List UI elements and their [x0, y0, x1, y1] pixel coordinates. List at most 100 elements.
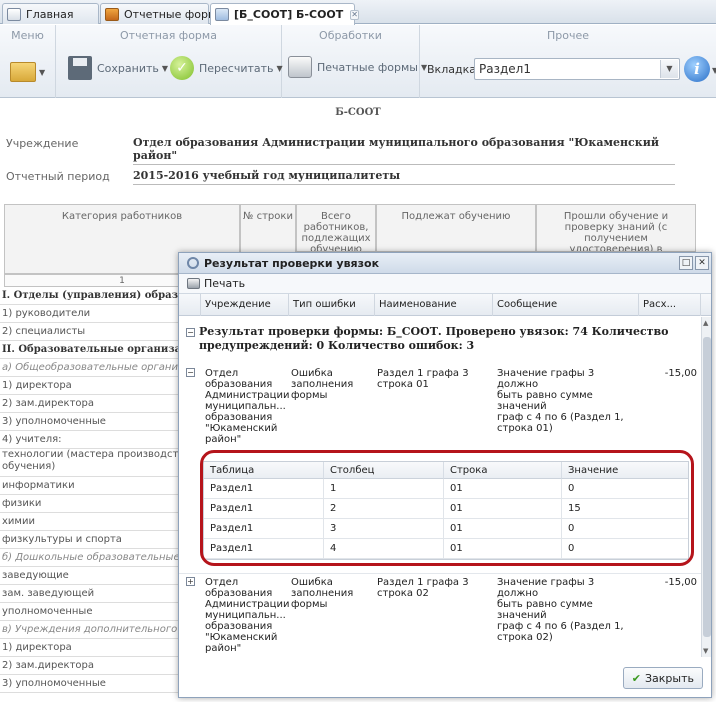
recalc-button[interactable]: ✓ Пересчитать ▼ — [170, 56, 283, 80]
category-row[interactable]: технологии (мастера производстве обучени… — [0, 449, 200, 477]
category-row[interactable]: 4) учителя: — [0, 431, 200, 449]
error-type: Ошибка заполнения формы — [291, 577, 371, 610]
tab-report-forms[interactable]: Отчетные формы ✕ — [100, 3, 241, 24]
category-row[interactable]: 1) руководители — [0, 305, 200, 323]
print-forms-button[interactable]: Печатные формы ▼ — [288, 56, 427, 78]
cell-line: быть равно сумме значений — [497, 390, 593, 412]
group-other: Прочее Вкладка Раздел1 ▼ i ▼ — [420, 25, 716, 98]
chevron-down-icon[interactable]: ▼ — [712, 66, 716, 75]
group-label: Обработки — [319, 29, 382, 42]
category-row[interactable]: 1) директора — [0, 639, 200, 657]
report-icon — [105, 7, 119, 21]
close-button[interactable]: ✔ Закрыть — [622, 667, 703, 689]
category-row[interactable]: 3) уполномоченные — [0, 413, 200, 431]
check-summary: Результат проверки формы: Б_СООТ. Провер… — [199, 325, 669, 352]
col-error-type[interactable]: Тип ошибки — [289, 294, 375, 316]
collapse-icon[interactable]: − — [186, 368, 195, 377]
error-message: Значение графы 3 должно быть равно сумме … — [497, 577, 637, 643]
menu-button[interactable]: ▼ — [10, 62, 45, 82]
tab-select-label: Вкладка — [427, 63, 476, 76]
error-row[interactable]: − Отдел образования Администрации муниципал… — [179, 366, 701, 458]
cell-line: Значение графы 3 должно — [497, 577, 595, 599]
category-row[interactable]: зам. заведующей — [0, 585, 200, 603]
print-button[interactable]: Печать — [187, 277, 245, 290]
cell-line: Администрации — [205, 599, 290, 610]
category-row[interactable]: а) Общеобразовательные организа — [0, 359, 200, 377]
checkmark-icon: ✔ — [631, 671, 641, 685]
printer-icon — [187, 278, 200, 289]
scroll-up-icon[interactable]: ▲ — [703, 319, 708, 327]
tab-bar: Главная Отчетные формы ✕ [Б_СООТ] Б-СООТ… — [0, 0, 716, 25]
institution-value: Отдел образования Администрации муниципа… — [133, 136, 675, 165]
category-row[interactable]: информатики — [0, 477, 200, 495]
category-row[interactable]: в) Учреждения дополнительного о — [0, 621, 200, 639]
col-diff[interactable]: Расх... — [639, 294, 701, 316]
expand-icon[interactable]: + — [186, 577, 195, 586]
cell-line: строка 02 — [377, 588, 429, 599]
category-row[interactable]: заведующие — [0, 567, 200, 585]
period-label: Отчетный период — [6, 170, 110, 183]
category-row[interactable]: 2) зам.директора — [0, 395, 200, 413]
chevron-down-icon[interactable]: ▼ — [660, 60, 678, 78]
cell-line: район" — [205, 434, 242, 445]
cell-line: муниципальн... — [205, 610, 286, 621]
category-row[interactable]: 3) уполномоченные — [0, 675, 200, 693]
col-header-total: Всего работников, подлежащих обучению — [296, 204, 376, 252]
cell-line: заполнения — [291, 588, 354, 599]
dialog-scrollbar[interactable]: ▲ ▼ — [701, 317, 711, 657]
save-button[interactable]: Сохранить ▼ — [68, 56, 168, 80]
group-label: Меню — [11, 29, 44, 42]
error-name: Раздел 1 графа 3 строка 02 — [377, 577, 489, 599]
tab-label: [Б_СООТ] Б-СООТ — [234, 8, 344, 21]
col-message[interactable]: Сообщение — [493, 294, 639, 316]
cell-line: строка 01 — [377, 379, 429, 390]
period-value: 2015-2016 учебный год муниципалитеты — [133, 169, 675, 185]
category-row[interactable]: б) Дошкольные образовательные с — [0, 549, 200, 567]
error-row[interactable]: + Отдел образования Администрации муниципал… — [179, 573, 701, 663]
category-row[interactable]: уполномоченные — [0, 603, 200, 621]
category-row[interactable]: 2) специалисты — [0, 323, 200, 341]
institution-label: Учреждение — [6, 137, 79, 150]
col-institution[interactable]: Учреждение — [201, 294, 289, 316]
cell-line: образования — [205, 621, 273, 632]
scroll-down-icon[interactable]: ▼ — [703, 647, 708, 655]
category-row[interactable]: 2) зам.директора — [0, 657, 200, 675]
cell-line: Администрации — [205, 390, 290, 401]
dialog-header: Результат проверки увязок □ ✕ — [179, 253, 711, 274]
error-institution: Отдел образования Администрации муниципальн… — [205, 368, 290, 445]
cell-line: муниципальн... — [205, 401, 286, 412]
maximize-icon[interactable]: □ — [679, 256, 693, 270]
category-row[interactable]: физики — [0, 495, 200, 513]
cell-line: образования — [205, 588, 273, 599]
tab-b-soot[interactable]: [Б_СООТ] Б-СООТ ✕ — [210, 3, 359, 25]
print-forms-label: Печатные формы — [317, 60, 418, 74]
grid-header: Учреждение Тип ошибки Наименование Сообщ… — [179, 294, 711, 316]
section-select-value: Раздел1 — [479, 62, 531, 76]
cell-line: Ошибка — [291, 577, 333, 588]
info-icon[interactable]: i — [684, 56, 710, 82]
cell-line: заполнения — [291, 379, 354, 390]
section-select[interactable]: Раздел1 ▼ — [474, 58, 680, 80]
toolbar: Меню ▼ Отчетная форма Сохранить ▼ ✓ Пере… — [0, 25, 716, 98]
col-header-trained: Прошли обучение и проверку знаний (с пол… — [536, 204, 696, 252]
floppy-icon — [68, 56, 92, 80]
close-label: Закрыть — [645, 671, 694, 685]
collapse-icon[interactable]: − — [186, 328, 195, 337]
close-icon[interactable]: ✕ — [695, 256, 709, 270]
col-header-to-train: Подлежат обучению — [376, 204, 536, 252]
tab-label: Главная — [26, 7, 74, 21]
error-diff: -15,00 — [664, 577, 697, 588]
category-row[interactable]: II. Образовательные организац — [0, 341, 200, 359]
error-institution: Отдел образования Администрации муниципальн… — [205, 577, 290, 654]
cell-line: граф с 4 по 6 (Раздел 1, — [497, 412, 624, 423]
col-name[interactable]: Наименование — [375, 294, 493, 316]
cell-line: быть равно сумме значений — [497, 599, 593, 621]
tab-home[interactable]: Главная — [2, 3, 99, 24]
category-row[interactable]: физкультуры и спорта — [0, 531, 200, 549]
category-row[interactable]: 1) директора — [0, 377, 200, 395]
cell-line: Отдел — [205, 577, 239, 588]
category-row[interactable]: I. Отделы (управления) образова — [0, 287, 200, 305]
scroll-thumb[interactable] — [703, 337, 711, 637]
category-row[interactable]: химии — [0, 513, 200, 531]
close-icon[interactable]: ✕ — [350, 9, 359, 20]
